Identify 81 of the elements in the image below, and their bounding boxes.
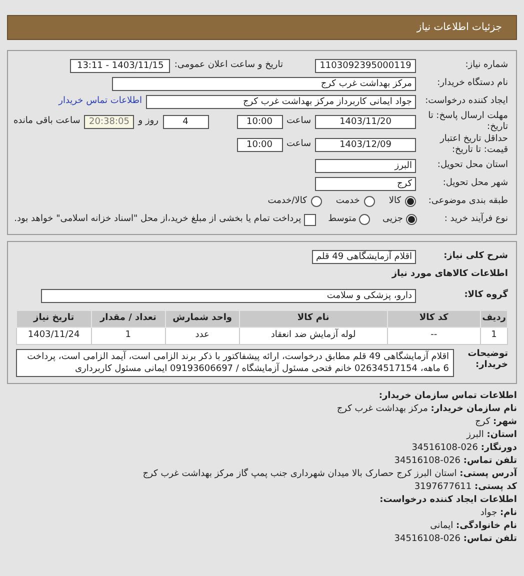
table-cell: لوله آزمایش ضد انعقاد: [239, 328, 388, 344]
field-label: مهلت ارسال پاسخ: تا تاریخ:: [427, 111, 508, 133]
info-value: استان البرز کرج حصارک بالا میدان شهرداری جنب پمپ گاز مرکز بهداشت غرب کرج: [142, 469, 457, 479]
field-label: استان محل تحویل:: [436, 160, 508, 171]
column-header: تاریخ نیاز: [16, 310, 92, 328]
radio-button[interactable]: [364, 196, 375, 207]
info-value: 3197677611: [414, 482, 472, 492]
info-label: تلفن تماس:: [463, 456, 517, 466]
section-heading: اطلاعات کالاهای مورد نیاز: [392, 268, 508, 281]
field-label: ایجاد کننده درخواست:: [424, 96, 508, 107]
notes-text: اقلام آزمایشگاهی 49 قلم مطابق درخواست، ارائه پیشفاکتور با ذکر برند الزامی است، آیمد الزامی است، پرداخت 6 ماهه، 02634517154 خانم فتحی مسئول آزمایشگاه / 09193606697 ایمانی مسئول کاربرداری: [16, 349, 454, 377]
page-header: جزئیات اطلاعات نیاز: [7, 15, 517, 40]
field-label: طبقه بندی موضوعی:: [427, 196, 508, 207]
radio-button[interactable]: [359, 214, 370, 225]
field-value: مرکز بهداشت غرب کرج: [112, 76, 416, 90]
info-value: 026-34516108: [412, 443, 478, 453]
field-value: جواد ایمانی کاربرداز مرکز بهداشت غرب کرج: [146, 94, 416, 108]
field-value: 1403/11/15 - 13:11: [70, 58, 170, 72]
buyer-contact-link[interactable]: اطلاعات تماس خریدار: [58, 94, 142, 108]
checkbox-label: پرداخت تمام یا بخشی از مبلغ خرید،از محل "اسناد خزانه اسلامی" خواهد بود.: [14, 212, 302, 226]
column-header: واحد شمارش: [165, 310, 240, 328]
summary-value: اقلام آزمایشگاهی 49 قلم: [312, 250, 416, 264]
field-value: 10:00: [236, 115, 282, 129]
field-value: البرز: [315, 158, 416, 172]
field-label: نام دستگاه خریدار:: [436, 78, 508, 89]
info-value: 026-34516108: [394, 456, 461, 466]
radio-label: کالا: [388, 194, 401, 208]
field-label: تاریخ و ساعت اعلان عمومی:: [174, 58, 283, 72]
field-label: شرح کلی نیاز:: [442, 251, 508, 262]
info-value: البرز: [466, 430, 484, 440]
field-value: 1103092395000119: [315, 58, 416, 72]
field-label: حداقل تاریخ اعتبار قیمت: تا تاریخ:: [438, 134, 508, 156]
info-label: نام:: [500, 508, 517, 518]
radio-label: متوسط: [328, 212, 356, 226]
column-header: تعداد / مقدار: [91, 310, 166, 328]
field-label: شهر محل تحویل:: [442, 178, 508, 189]
info-value: کرج: [475, 417, 490, 427]
table-cell: عدد: [165, 328, 240, 344]
table-cell: --: [387, 328, 481, 344]
radio-button[interactable]: [310, 196, 322, 207]
field-value: کرج: [315, 176, 416, 190]
table-cell: 1: [480, 328, 508, 344]
info-value: جواد: [480, 508, 498, 518]
field-value: 1403/11/20: [315, 115, 416, 129]
info-label: نام سازمان خریدار:: [430, 404, 517, 414]
radio-button[interactable]: [405, 196, 416, 207]
field-value: 4: [162, 115, 208, 129]
info-label: تلفن تماس:: [463, 534, 517, 544]
field-label: نوع فرآیند خرید :: [443, 214, 508, 225]
info-value: 026-34516108: [394, 534, 461, 544]
info-value: مرکز بهداشت غرب کرج: [336, 404, 428, 414]
info-value: ایمانی: [430, 521, 454, 531]
info-label: کد پستی:: [474, 482, 517, 492]
countdown-value: 20:38:05: [84, 115, 134, 129]
column-header: کد کالا: [387, 310, 481, 328]
info-label: آدرس پستی:: [460, 469, 517, 479]
field-label: ساعت باقی مانده: [13, 115, 80, 128]
info-label: دورنگار:: [480, 443, 517, 453]
radio-label: جزیی: [382, 212, 403, 226]
table-cell: 1: [91, 328, 166, 344]
field-label: گروه کالا:: [463, 290, 508, 301]
radio-label: خدمت: [336, 194, 360, 208]
section-heading: اطلاعات ایجاد کننده درخواست:: [378, 494, 517, 507]
info-label: شهر:: [493, 417, 517, 427]
info-label: استان:: [486, 430, 517, 440]
field-value: دارو، پزشکی و سلامت: [41, 288, 416, 302]
radio-button[interactable]: [406, 214, 417, 225]
field-label: روز و: [138, 115, 158, 128]
field-value: 10:00: [236, 138, 282, 152]
field-label: شماره نیاز:: [464, 60, 508, 71]
section-heading: اطلاعات تماس سازمان خریدار:: [378, 390, 517, 403]
column-header: ردیف: [480, 310, 508, 328]
column-header: نام کالا: [239, 310, 388, 328]
field-label: توضیحات خریدار:: [466, 349, 508, 371]
info-label: نام خانوادگی:: [456, 521, 517, 531]
checkbox[interactable]: [304, 214, 316, 226]
radio-label: کالا/خدمت: [268, 194, 307, 208]
table-cell: 1403/11/24: [16, 328, 92, 344]
field-label: ساعت: [286, 115, 311, 128]
field-value: 1403/12/09: [315, 138, 416, 152]
field-label: ساعت: [286, 138, 311, 152]
